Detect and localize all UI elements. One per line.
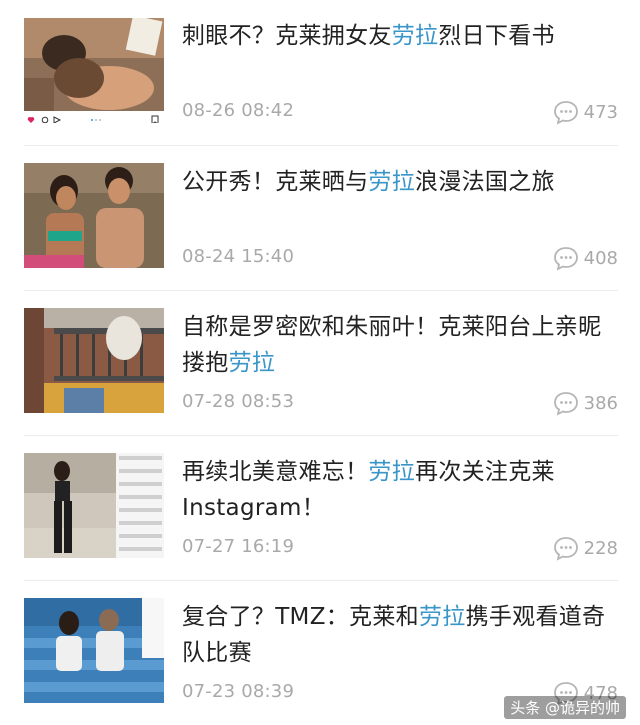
article-date: 07-23 08:39	[182, 681, 295, 702]
article-item[interactable]: 再续北美意难忘！劳拉再次关注克莱Instagram！ 07-27 16:19 2…	[0, 436, 640, 580]
article-date: 08-26 08:42	[182, 100, 295, 121]
article-title[interactable]: 刺眼不？克莱拥女友劳拉烈日下看书	[182, 18, 618, 54]
article-date: 07-27 16:19	[182, 536, 295, 557]
article-title[interactable]: 再续北美意难忘！劳拉再次关注克莱Instagram！	[182, 454, 618, 526]
comment-button[interactable]: 473	[552, 98, 618, 126]
title-highlight: 劳拉	[228, 350, 276, 376]
title-highlight: 劳拉	[418, 604, 466, 630]
article-title[interactable]: 复合了？TMZ：克莱和劳拉携手观看道奇队比赛	[182, 599, 618, 671]
title-text: 复合了？TMZ：克莱和	[182, 604, 419, 630]
comment-bubble-icon	[553, 392, 578, 416]
watermark: 头条 @诡异的帅	[504, 696, 626, 719]
comment-bubble-icon	[553, 537, 578, 561]
article-date: 07-28 08:53	[182, 391, 295, 412]
comment-count: 408	[583, 247, 618, 269]
photo-thumbnail-icon	[24, 163, 164, 268]
article-title[interactable]: 公开秀！克莱晒与劳拉浪漫法国之旅	[182, 164, 618, 200]
title-text: 公开秀！克莱晒与	[182, 169, 369, 195]
article-item[interactable]: 公开秀！克莱晒与劳拉浪漫法国之旅 08-24 15:40 408	[0, 146, 640, 290]
photo-thumbnail-icon	[24, 308, 164, 413]
photo-thumbnail-icon	[24, 598, 164, 703]
article-thumbnail[interactable]	[24, 18, 164, 123]
title-highlight: 劳拉	[368, 169, 416, 195]
comment-button[interactable]: 386	[552, 389, 618, 417]
comment-button[interactable]: 228	[552, 534, 618, 562]
comment-bubble-icon	[553, 101, 578, 125]
article-item[interactable]: 刺眼不？克莱拥女友劳拉烈日下看书 08-26 08:42 473	[0, 0, 640, 145]
photo-thumbnail-icon	[24, 18, 164, 123]
comment-button[interactable]: 408	[552, 244, 618, 272]
article-thumbnail[interactable]	[24, 308, 164, 413]
social-bar	[24, 111, 164, 123]
comment-count: 228	[583, 537, 618, 559]
article-thumbnail[interactable]	[24, 598, 164, 703]
article-title[interactable]: 自称是罗密欧和朱丽叶！克莱阳台上亲昵搂抱劳拉	[182, 309, 618, 381]
title-text: 刺眼不？克莱拥女友	[182, 23, 392, 49]
photo-thumbnail-icon	[24, 453, 164, 558]
comment-bubble-icon	[553, 247, 578, 271]
comment-count: 473	[583, 101, 618, 123]
title-text: 浪漫法国之旅	[415, 169, 555, 195]
comment-count: 386	[583, 392, 618, 414]
title-highlight: 劳拉	[391, 23, 439, 49]
article-date: 08-24 15:40	[182, 246, 295, 267]
title-text: 烈日下看书	[438, 23, 555, 49]
article-item[interactable]: 自称是罗密欧和朱丽叶！克莱阳台上亲昵搂抱劳拉 07-28 08:53 386	[0, 291, 640, 435]
title-text: 再续北美意难忘！	[182, 459, 369, 485]
article-thumbnail[interactable]	[24, 453, 164, 558]
article-thumbnail[interactable]	[24, 163, 164, 268]
title-highlight: 劳拉	[368, 459, 416, 485]
